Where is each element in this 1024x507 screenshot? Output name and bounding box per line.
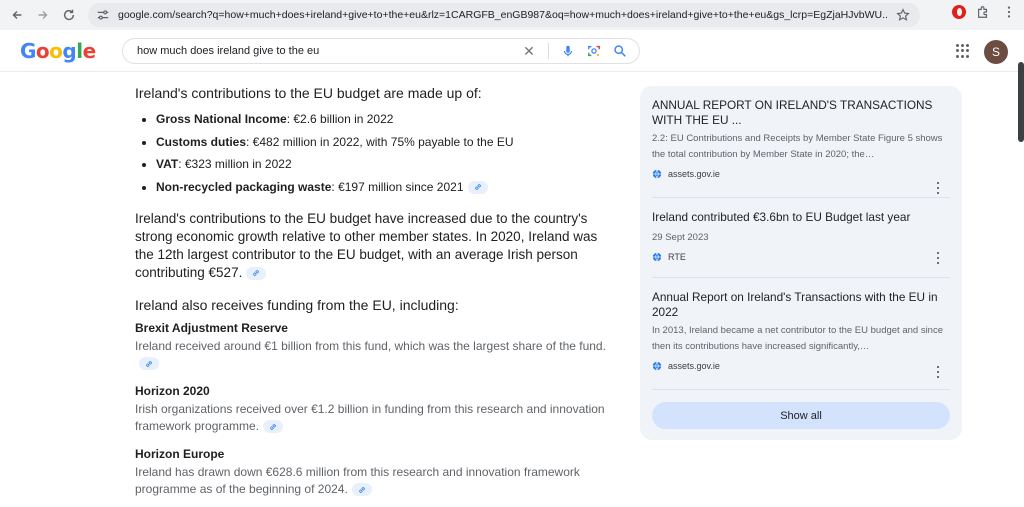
source-link-icon[interactable] bbox=[263, 420, 284, 434]
search-query[interactable]: how much does ireland give to the eu bbox=[137, 45, 522, 57]
source-meta: assets.gov.ie bbox=[652, 167, 950, 181]
microphone-icon[interactable] bbox=[561, 44, 575, 58]
sources-panel: ANNUAL REPORT ON IRELAND'S TRANSACTIONS … bbox=[640, 86, 962, 440]
funding-item-body: Ireland received around €1 billion from … bbox=[135, 338, 615, 372]
google-logo[interactable]: Google bbox=[20, 39, 96, 63]
source-site: assets.gov.ie bbox=[668, 361, 720, 371]
search-input[interactable]: how much does ireland give to the eu ✕ bbox=[122, 38, 640, 64]
more-options-icon[interactable] bbox=[934, 366, 942, 378]
source-card[interactable]: Ireland contributed €3.6bn to EU Budget … bbox=[652, 210, 950, 264]
list-item: VAT: €323 million in 2022 bbox=[135, 153, 615, 176]
source-meta: RTE bbox=[652, 250, 950, 264]
source-title[interactable]: Ireland contributed €3.6bn to EU Budget … bbox=[652, 210, 950, 225]
google-header: Google how much does ireland give to the… bbox=[0, 30, 1024, 72]
divider bbox=[652, 389, 950, 390]
funding-item: Brexit Adjustment Reserve Ireland receiv… bbox=[135, 320, 615, 372]
list-item: Customs duties: €482 million in 2022, wi… bbox=[135, 131, 615, 154]
globe-icon bbox=[652, 252, 662, 262]
source-title[interactable]: ANNUAL REPORT ON IRELAND'S TRANSACTIONS … bbox=[652, 98, 950, 128]
source-card[interactable]: Annual Report on Ireland's Transactions … bbox=[652, 290, 950, 378]
funding-item: Horizon Europe Ireland has drawn down €6… bbox=[135, 446, 615, 498]
funding-item-body: Ireland has drawn down €628.6 million fr… bbox=[135, 465, 580, 497]
address-bar[interactable]: google.com/search?q=how+much+does+irelan… bbox=[88, 3, 920, 27]
list-item: Non-recycled packaging waste: €197 milli… bbox=[135, 176, 615, 199]
browser-toolbar: google.com/search?q=how+much+does+irelan… bbox=[0, 0, 1024, 30]
back-arrow-icon[interactable] bbox=[4, 2, 30, 28]
url-text[interactable]: google.com/search?q=how+much+does+irelan… bbox=[118, 9, 888, 21]
contributions-heading: Ireland's contributions to the EU budget… bbox=[135, 85, 482, 101]
funding-item: Horizon 2020 Irish organizations receive… bbox=[135, 383, 615, 435]
browser-menu-icon[interactable] bbox=[1000, 3, 1018, 21]
bookmark-star-icon[interactable] bbox=[896, 8, 910, 22]
funding-heading: Ireland also receives funding from the E… bbox=[135, 297, 459, 313]
source-snippet: In 2013, Ireland became a net contributo… bbox=[652, 325, 943, 352]
contributions-list: Gross National Income: €2.6 billion in 2… bbox=[135, 108, 615, 198]
source-link-icon[interactable] bbox=[139, 357, 159, 371]
source-link-icon[interactable] bbox=[246, 266, 267, 280]
search-divider bbox=[548, 43, 549, 59]
source-snippet: 2.2: EU Contributions and Receipts by Me… bbox=[652, 133, 943, 160]
ai-overview-content: Ireland's contributions to the EU budget… bbox=[135, 80, 615, 498]
source-snippet: 29 Sept 2023 bbox=[652, 232, 709, 243]
google-apps-icon[interactable] bbox=[956, 44, 970, 58]
funding-item-title: Horizon 2020 bbox=[135, 384, 210, 398]
more-options-icon[interactable] bbox=[934, 182, 942, 194]
clear-icon[interactable]: ✕ bbox=[522, 43, 536, 60]
source-title[interactable]: Annual Report on Ireland's Transactions … bbox=[652, 290, 950, 320]
scrollbar-thumb[interactable] bbox=[1018, 62, 1024, 142]
globe-icon bbox=[652, 361, 662, 371]
opera-extension-icon[interactable] bbox=[952, 5, 966, 19]
show-all-button[interactable]: Show all bbox=[652, 402, 950, 429]
search-icon[interactable] bbox=[613, 44, 627, 58]
source-site: RTE bbox=[668, 252, 686, 262]
source-site: assets.gov.ie bbox=[668, 169, 720, 179]
source-meta: assets.gov.ie bbox=[652, 359, 950, 373]
source-link-icon[interactable] bbox=[351, 483, 372, 497]
funding-item-title: Horizon Europe bbox=[135, 447, 225, 461]
puzzle-extensions-icon[interactable] bbox=[974, 3, 992, 21]
avatar[interactable]: S bbox=[984, 40, 1008, 64]
more-options-icon[interactable] bbox=[934, 252, 942, 264]
contributions-paragraph: Ireland's contributions to the EU budget… bbox=[135, 211, 598, 280]
reload-icon[interactable] bbox=[56, 2, 82, 28]
site-settings-icon[interactable] bbox=[96, 8, 110, 22]
globe-icon bbox=[652, 169, 662, 179]
source-card[interactable]: ANNUAL REPORT ON IRELAND'S TRANSACTIONS … bbox=[652, 98, 950, 194]
divider bbox=[652, 277, 950, 278]
forward-arrow-icon[interactable] bbox=[30, 2, 56, 28]
list-item: Gross National Income: €2.6 billion in 2… bbox=[135, 108, 615, 131]
funding-item-body: Irish organizations received over €1.2 b… bbox=[135, 402, 605, 434]
funding-item-title: Brexit Adjustment Reserve bbox=[135, 321, 288, 335]
source-link-icon[interactable] bbox=[467, 180, 488, 194]
divider bbox=[652, 197, 950, 198]
lens-camera-icon[interactable] bbox=[587, 44, 601, 58]
